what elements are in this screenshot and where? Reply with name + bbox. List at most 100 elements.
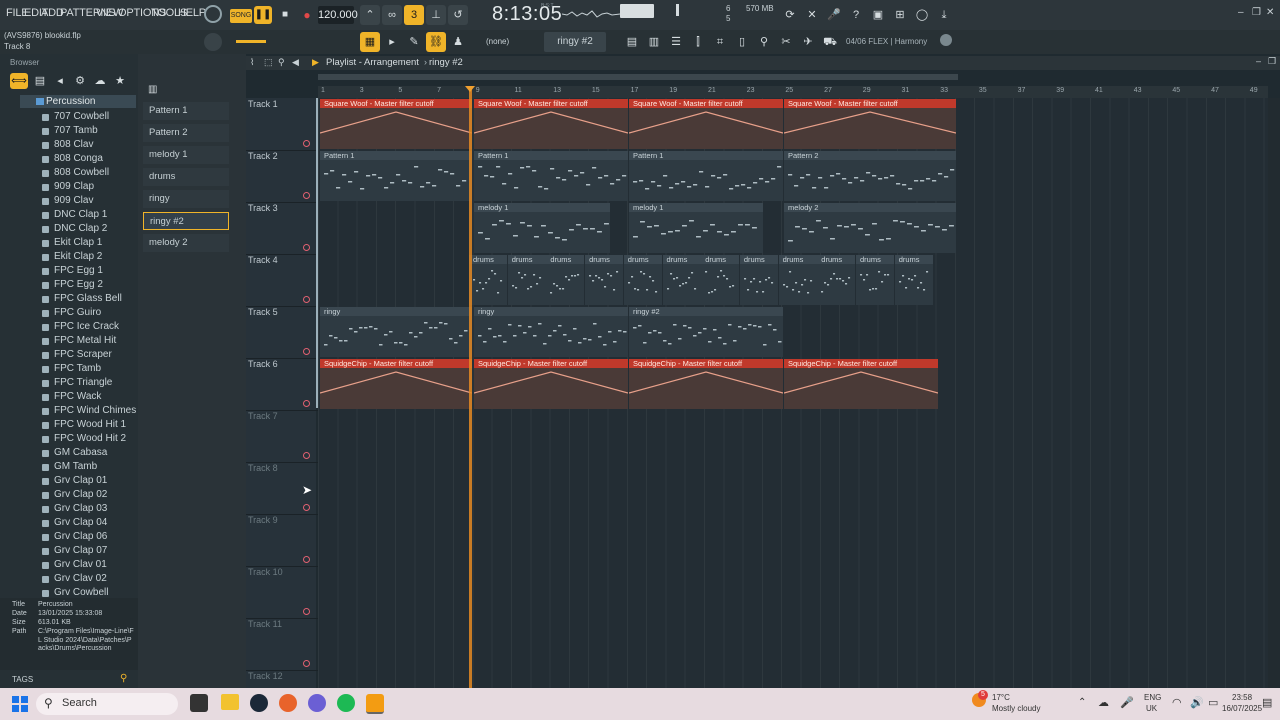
playlist-play-icon[interactable]: ▶ <box>312 57 319 68</box>
metronome-icon[interactable]: ⌃ <box>360 5 380 25</box>
playhead-marker-icon[interactable] <box>465 86 475 92</box>
track-label[interactable]: Track 9 <box>248 515 278 525</box>
browser-files-icon[interactable]: ▤ <box>32 73 48 89</box>
track-label[interactable]: Track 4 <box>248 255 278 265</box>
firefox-icon[interactable] <box>279 694 297 712</box>
picker-item[interactable]: ringy <box>143 190 229 208</box>
browser-item[interactable]: Grv Clap 07 <box>54 545 107 556</box>
pattern-clip[interactable]: melody 1 <box>474 203 610 253</box>
browser-item[interactable]: Grv Clap 01 <box>54 475 107 486</box>
notifications-icon[interactable]: ▤ <box>1262 696 1272 709</box>
pattern-clip[interactable]: drums <box>507 255 546 305</box>
brush-icon[interactable]: ✎ <box>404 32 424 52</box>
spotify-icon[interactable] <box>337 694 355 712</box>
undo-icon[interactable]: ⟳ <box>780 5 800 25</box>
automation-clip[interactable]: Square Woof - Master filter cutoff <box>629 99 783 149</box>
volume-icon[interactable]: 🔊 <box>1190 696 1204 709</box>
browser-item[interactable]: Grv Clap 03 <box>54 503 107 514</box>
piano-roll-icon[interactable]: ▥ <box>644 32 664 52</box>
browser-back-icon[interactable]: ◂ <box>52 73 68 89</box>
browser-cloud-icon[interactable]: ☁ <box>92 73 108 89</box>
tray-overflow-icon[interactable]: ⌃ <box>1078 697 1086 708</box>
pattern-clip[interactable]: Pattern 1 <box>320 151 472 201</box>
chat-icon[interactable]: ◯ <box>912 5 932 25</box>
automation-clip[interactable]: SquidgeChip - Master filter cutoff <box>629 359 783 409</box>
track-label[interactable]: Track 5 <box>248 307 278 317</box>
plugin-icon[interactable]: ⊞ <box>890 5 910 25</box>
patcher-icon[interactable]: ⌗ <box>710 32 730 52</box>
picker-item[interactable]: Pattern 1 <box>143 102 229 120</box>
step-edit-icon[interactable]: ⊥ <box>426 5 446 25</box>
browser-plugin-icon[interactable]: ⚙ <box>72 73 88 89</box>
browser-item[interactable]: 808 Clav <box>54 139 93 150</box>
browser-item[interactable]: FPC Guiro <box>54 307 101 318</box>
taskbar-search-box[interactable]: ⚲ Search <box>36 693 178 715</box>
browser-item[interactable]: FPC Ice Crack <box>54 321 119 332</box>
close-icon[interactable]: ✕ <box>1266 7 1274 18</box>
weather-desc[interactable]: Mostly cloudy <box>992 704 1040 713</box>
playlist-scrollbar[interactable] <box>318 74 958 80</box>
playlist-maximize-icon[interactable]: ❐ <box>1268 56 1276 67</box>
pattern-clip[interactable]: drums <box>623 255 662 305</box>
browser-item[interactable]: 707 Tamb <box>54 125 98 136</box>
snap-selector[interactable]: (none) <box>486 37 509 46</box>
track-label[interactable]: Track 8 <box>248 463 278 473</box>
browser-item[interactable]: GM Cabasa <box>54 447 107 458</box>
automation-clip[interactable]: SquidgeChip - Master filter cutoff <box>474 359 628 409</box>
browser-item[interactable]: FPC Glass Bell <box>54 293 122 304</box>
picker-item[interactable]: ringy #2 <box>143 212 229 230</box>
browser-toggle-icon[interactable]: ▯ <box>732 32 752 52</box>
pattern-clip[interactable]: Pattern 2 <box>784 151 956 201</box>
browser-item[interactable]: FPC Wind Chimes <box>54 405 136 416</box>
automation-clip[interactable]: SquidgeChip - Master filter cutoff <box>320 359 472 409</box>
input-language[interactable]: ENG <box>1144 693 1161 702</box>
weather-temp[interactable]: 17°C <box>992 693 1010 702</box>
wifi-icon[interactable]: ◠ <box>1172 696 1182 709</box>
pattern-clip[interactable]: drums <box>546 255 585 305</box>
record-button[interactable]: ● <box>298 6 316 24</box>
minimize-icon[interactable]: – <box>1238 7 1244 18</box>
automation-clip[interactable]: Square Woof - Master filter cutoff <box>474 99 628 149</box>
automation-clip[interactable]: Square Woof - Master filter cutoff <box>784 99 956 149</box>
messenger-icon[interactable] <box>308 694 326 712</box>
picker-pattern-icon[interactable]: ▥ <box>148 84 157 95</box>
input-region[interactable]: UK <box>1146 704 1157 713</box>
help-icon[interactable]: ? <box>846 5 866 25</box>
pause-button[interactable]: ❚❚ <box>254 6 272 24</box>
tempo-display[interactable]: 120.000 <box>318 6 358 24</box>
browser-item[interactable]: FPC Scraper <box>54 349 112 360</box>
browser-item[interactable]: FPC Wood Hit 1 <box>54 419 126 430</box>
master-pitch-slider[interactable] <box>236 40 266 43</box>
browser-star-icon[interactable]: ★ <box>112 73 128 89</box>
pattern-clip[interactable]: melody 1 <box>629 203 763 253</box>
vertical-scrollbar[interactable] <box>1268 98 1280 688</box>
taskbar-clock[interactable]: 23:58 <box>1232 693 1252 702</box>
browser-item[interactable]: Grv Clav 02 <box>54 573 107 584</box>
browser-item[interactable]: Ekit Clap 2 <box>54 251 102 262</box>
zoom-tool-icon[interactable]: ⚲ <box>278 57 285 68</box>
pattern-clip[interactable]: melody 2 <box>784 203 956 253</box>
playhead[interactable] <box>469 86 472 688</box>
pattern-clip[interactable]: drums <box>778 255 817 305</box>
pattern-selector[interactable]: ringy #2 <box>544 32 606 52</box>
fl-studio-icon[interactable] <box>366 694 384 714</box>
onedrive-icon[interactable]: ☁ <box>1098 696 1109 709</box>
automation-clip[interactable]: SquidgeChip - Master filter cutoff <box>784 359 938 409</box>
pitch-slider[interactable] <box>676 4 679 16</box>
pattern-mode-icon[interactable]: ▦ <box>360 32 380 52</box>
playlist-icon[interactable]: ▤ <box>622 32 642 52</box>
online-icon[interactable] <box>940 34 952 46</box>
pattern-clip[interactable]: drums <box>701 255 740 305</box>
browser-item[interactable]: Grv Clap 06 <box>54 531 107 542</box>
download-icon[interactable]: ⤓ <box>934 5 954 25</box>
loop-record-icon[interactable]: ↺ <box>448 5 468 25</box>
track-label[interactable]: Track 1 <box>248 99 278 109</box>
pattern-clip[interactable]: ringy <box>320 307 472 357</box>
pattern-clip[interactable]: drums <box>662 255 701 305</box>
browser-item[interactable]: Grv Cowbell <box>54 587 108 598</box>
picker-item[interactable]: melody 2 <box>143 234 229 252</box>
steam-icon[interactable] <box>250 694 268 712</box>
browser-item[interactable]: 808 Cowbell <box>54 167 109 178</box>
browser-item[interactable]: FPC Metal Hit <box>54 335 116 346</box>
song-mode-button[interactable]: SONG <box>230 9 252 23</box>
